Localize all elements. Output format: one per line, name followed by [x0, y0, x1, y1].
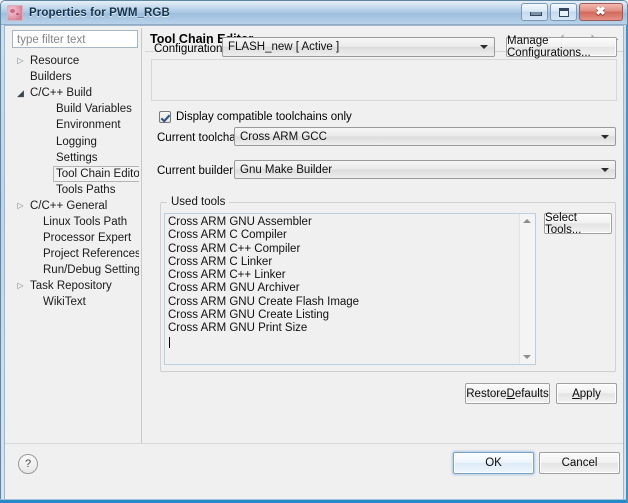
used-tools-list-item[interactable]: Cross ARM GNU Archiver: [168, 282, 535, 295]
sidebar-item-label: Task Repository: [30, 280, 112, 293]
restore-defaults-label-post: efaults: [514, 387, 549, 400]
sidebar-item-logging[interactable]: Logging: [12, 133, 139, 149]
sidebar-item-c-c-build[interactable]: C/C++ Build: [12, 85, 139, 101]
display-compatible-toolchains-row[interactable]: Display compatible toolchains only: [159, 110, 352, 124]
configuration-label: Configuration:: [154, 43, 226, 55]
sidebar-item-resource[interactable]: Resource: [12, 53, 139, 69]
dialog-footer: ? OK Cancel: [5, 444, 623, 481]
display-compatible-toolchains-checkbox[interactable]: [159, 111, 171, 123]
close-icon: ✖: [595, 4, 606, 18]
sidebar-item-label: C/C++ Build: [30, 87, 93, 100]
chevron-right-icon[interactable]: [14, 54, 27, 68]
sidebar-item-run-debug-settings[interactable]: Run/Debug Settings: [12, 262, 139, 278]
window-titlebar: Properties for PWM_RGB ✖: [1, 1, 627, 25]
chevron-down-icon: [601, 167, 609, 172]
select-tools-button[interactable]: Select Tools...: [544, 212, 612, 236]
chevron-right-icon[interactable]: [14, 199, 27, 213]
sidebar-item-label: Processor Expert: [43, 232, 132, 245]
ok-button[interactable]: OK: [453, 452, 534, 474]
manage-configurations-button[interactable]: Manage Configurations...: [506, 35, 617, 59]
scroll-up-icon[interactable]: [523, 219, 531, 223]
used-tools-list-item[interactable]: Cross ARM GNU Assembler: [168, 216, 535, 229]
sidebar-item-tool-chain-editor[interactable]: Tool Chain Editor: [12, 165, 139, 182]
sidebar-item-project-references[interactable]: Project References: [12, 246, 139, 262]
window-controls: ✖: [521, 3, 623, 21]
current-builder-combo[interactable]: Gnu Make Builder: [234, 160, 616, 179]
apply-mnemonic: A: [572, 387, 580, 400]
sidebar-item-label: Tool Chain Editor: [53, 165, 139, 182]
apply-button[interactable]: Apply: [556, 383, 617, 404]
current-toolchain-value: Cross ARM GCC: [240, 130, 327, 143]
used-tools-list-item[interactable]: Cross ARM GNU Print Size: [168, 322, 535, 335]
sidebar-item-builders[interactable]: Builders: [12, 69, 139, 85]
sidebar-item-label: Tools Paths: [56, 183, 116, 196]
properties-dialog: Properties for PWM_RGB ✖ type filter tex…: [0, 0, 628, 503]
restore-defaults-label-pre: Restore: [466, 387, 507, 400]
sidebar-item-environment[interactable]: Environment: [12, 117, 139, 133]
configuration-group: [151, 59, 617, 101]
used-tools-group-label: Used tools: [167, 196, 230, 208]
filter-input[interactable]: type filter text: [12, 30, 138, 48]
sidebar-item-label: Builders: [30, 71, 72, 84]
restore-defaults-button[interactable]: Restore Defaults: [465, 383, 550, 404]
sidebar-item-settings[interactable]: Settings: [12, 150, 139, 166]
maximize-button[interactable]: [550, 3, 577, 21]
current-toolchain-combo[interactable]: Cross ARM GCC: [234, 127, 616, 146]
window-title: Properties for PWM_RGB: [29, 6, 170, 19]
sidebar-item-build-variables[interactable]: Build Variables: [12, 101, 139, 117]
sidebar-item-task-repository[interactable]: Task Repository: [12, 278, 139, 294]
sidebar-item-label: C/C++ General: [30, 199, 108, 212]
minimize-button[interactable]: [521, 3, 548, 21]
sidebar-item-linux-tools-path[interactable]: Linux Tools Path: [12, 214, 139, 230]
display-compatible-toolchains-label: Display compatible toolchains only: [176, 111, 352, 123]
page-pane: Tool Chain Editor Configuration: FLASH_n…: [145, 28, 623, 460]
cancel-button[interactable]: Cancel: [539, 452, 620, 474]
sidebar-item-label: WikiText: [43, 296, 86, 309]
sidebar-item-label: Settings: [56, 151, 98, 164]
dialog-content: type filter text Resource Builders C/C++ B…: [5, 26, 623, 466]
help-button[interactable]: ?: [18, 454, 38, 474]
scroll-down-icon[interactable]: [523, 355, 531, 359]
restore-defaults-mnemonic: D: [506, 387, 515, 400]
apply-label-post: pply: [579, 387, 601, 400]
maximize-icon: [559, 8, 569, 17]
configuration-combo-value: FLASH_new [ Active ]: [228, 41, 340, 53]
chevron-down-icon: [601, 134, 609, 139]
used-tools-list-item[interactable]: Cross ARM C Linker: [168, 256, 535, 269]
current-builder-value: Gnu Make Builder: [240, 163, 333, 176]
chevron-down-icon: [480, 45, 488, 49]
sidebar-item-label: Environment: [56, 119, 121, 132]
sidebar-item-tools-paths[interactable]: Tools Paths: [12, 182, 139, 198]
used-tools-list[interactable]: Cross ARM GNU Assembler Cross ARM C Compi…: [164, 213, 536, 365]
used-tools-list-item[interactable]: Cross ARM GNU Create Flash Image: [168, 296, 535, 309]
chevron-down-icon[interactable]: [14, 86, 27, 101]
close-button[interactable]: ✖: [579, 3, 623, 21]
text-caret: [169, 336, 170, 348]
pane-divider[interactable]: [141, 28, 142, 460]
minimize-icon: [530, 12, 542, 16]
used-tools-list-item[interactable]: Cross ARM C++ Linker: [168, 269, 535, 282]
current-builder-label: Current builder:: [157, 165, 237, 177]
sidebar-item-label: Logging: [56, 135, 97, 148]
used-tools-list-item[interactable]: Cross ARM GNU Create Listing: [168, 309, 535, 322]
chevron-right-icon[interactable]: [14, 279, 27, 293]
sidebar-item-label: Linux Tools Path: [43, 215, 128, 228]
project-properties-icon: [7, 4, 23, 21]
configuration-combo[interactable]: FLASH_new [ Active ]: [222, 37, 495, 57]
sidebar-item-label: Build Variables: [56, 103, 132, 116]
sidebar-item-wikitext[interactable]: WikiText: [12, 294, 139, 310]
sidebar-item-label: Project References: [43, 248, 139, 261]
sidebar-item-processor-expert[interactable]: Processor Expert: [12, 230, 139, 246]
sidebar-item-c-c-general[interactable]: C/C++ General: [12, 198, 139, 214]
sidebar-item-label: Resource: [30, 55, 80, 68]
used-tools-group: Used tools Cross ARM GNU Assembler Cross …: [160, 196, 616, 372]
used-tools-scrollbar[interactable]: [519, 214, 535, 364]
used-tools-list-item[interactable]: Cross ARM C++ Compiler: [168, 243, 535, 256]
settings-tree[interactable]: Resource Builders C/C++ Build Build Variabl…: [12, 53, 139, 459]
sidebar-item-label: Run/Debug Settings: [43, 264, 139, 277]
used-tools-list-item[interactable]: Cross ARM C Compiler: [168, 229, 535, 242]
